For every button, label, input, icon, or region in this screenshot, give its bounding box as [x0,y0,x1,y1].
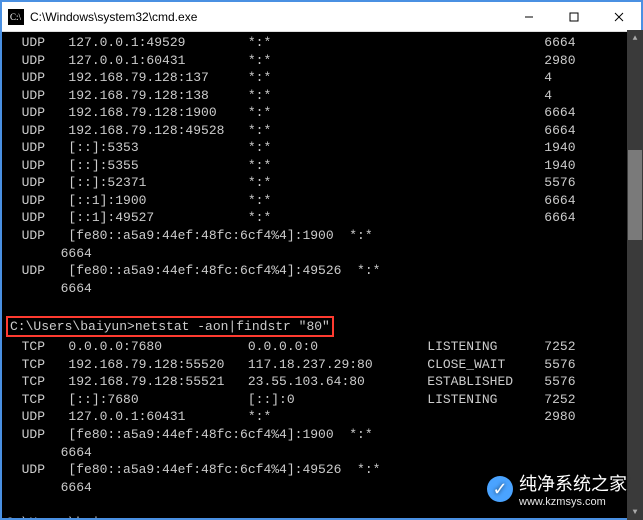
minimize-button[interactable] [506,2,551,31]
cmd-icon: C:\ [8,9,24,25]
scrollbar-thumb[interactable] [628,150,642,240]
scroll-down-button[interactable]: ▼ [627,504,643,520]
cursor: _ [131,515,139,518]
scroll-up-button[interactable]: ▲ [627,30,643,46]
close-button[interactable] [596,2,641,31]
window-title: C:\Windows\system32\cmd.exe [30,10,506,24]
svg-text:C:\: C:\ [10,12,22,22]
terminal-output[interactable]: UDP 127.0.0.1:49529 *:* 6664 UDP 127.0.0… [2,32,641,518]
window-controls [506,2,641,31]
cmd-window: C:\ C:\Windows\system32\cmd.exe UDP 127.… [0,0,643,520]
titlebar[interactable]: C:\ C:\Windows\system32\cmd.exe [2,2,641,32]
command-prompt-highlighted: C:\Users\baiyun>netstat -aon|findstr "80… [6,316,334,338]
vertical-scrollbar[interactable]: ▲ ▼ [627,30,643,520]
maximize-button[interactable] [551,2,596,31]
